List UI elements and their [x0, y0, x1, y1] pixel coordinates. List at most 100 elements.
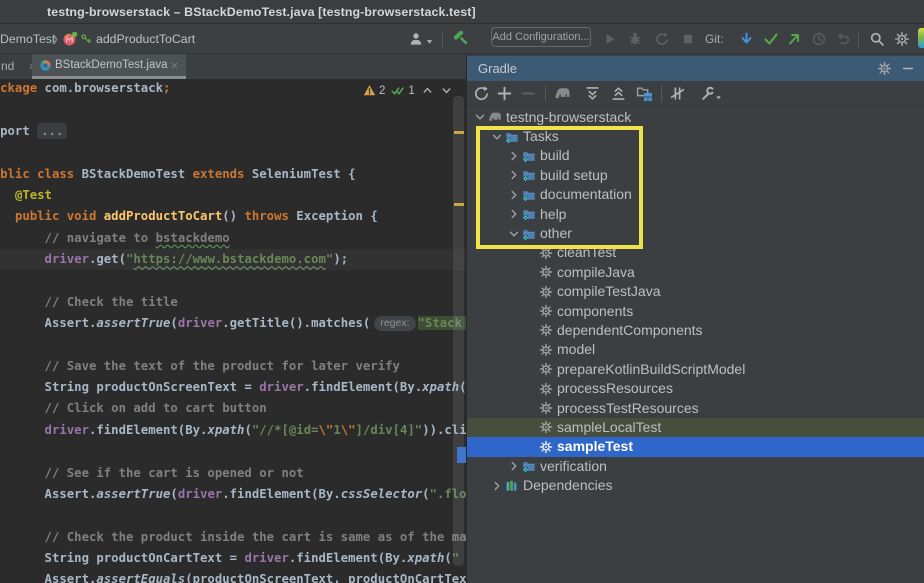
chevron-right-icon[interactable]	[506, 459, 521, 473]
gradle-tree-row-testng-browserstack[interactable]: testng-browserstack	[467, 108, 924, 127]
group-tasks-icon[interactable]	[636, 85, 653, 102]
code-line[interactable]	[0, 334, 466, 355]
gradle-header-gear-icon[interactable]	[877, 61, 892, 76]
code-line[interactable]: // Check the title	[0, 292, 466, 313]
prev-problem-icon[interactable]	[421, 84, 434, 97]
rerun-icon[interactable]	[654, 31, 670, 47]
git-push-icon[interactable]	[786, 31, 802, 47]
gradle-tree-row-sampleTest[interactable]: sampleTest	[467, 437, 924, 456]
gradle-header[interactable]: Gradle	[467, 56, 924, 81]
code-line[interactable]	[0, 505, 466, 526]
chevron-down-icon[interactable]	[472, 110, 487, 124]
minus-icon[interactable]	[520, 85, 537, 102]
code-line[interactable]: import ...	[0, 121, 466, 142]
warning-icon	[363, 84, 376, 97]
chevron-down-icon[interactable]	[506, 227, 521, 241]
tree-node-label: Tasks	[523, 127, 559, 146]
code-line[interactable]: // Save the text of the product for late…	[0, 356, 466, 377]
gradle-tree-row-compileJava[interactable]: compileJava	[467, 263, 924, 282]
info-stripe-mark[interactable]	[457, 447, 466, 463]
code-line[interactable]	[0, 142, 466, 163]
editor-scrollbar[interactable]	[452, 79, 466, 583]
code-line[interactable]: String productOnScreenText = driver.find…	[0, 377, 466, 398]
window-title-bar[interactable]: testng-browserstack – BStackDemoTest.jav…	[0, 0, 924, 24]
chevron-down-icon[interactable]	[489, 130, 504, 144]
gradle-tree-row-processResources[interactable]: processResources	[467, 379, 924, 398]
inspections-widget[interactable]: 2 1	[363, 83, 453, 98]
settings-gear-icon[interactable]	[894, 31, 910, 47]
plugin-icon[interactable]	[918, 28, 924, 48]
search-icon[interactable]	[869, 31, 885, 47]
gradle-tree-row-cleanTest[interactable]: cleanTest	[467, 243, 924, 262]
gradle-hide-icon[interactable]	[901, 61, 915, 76]
code-line[interactable]: Assert.assertTrue(driver.getTitle().matc…	[0, 313, 466, 334]
chevron-right-icon[interactable]	[489, 479, 504, 493]
gradle-tree-row-model[interactable]: model	[467, 340, 924, 359]
git-commit-icon[interactable]	[763, 31, 779, 47]
code-line[interactable]: // Check the product inside the cart is …	[0, 527, 466, 548]
refresh-icon[interactable]	[473, 85, 490, 102]
stop-icon[interactable]	[680, 31, 696, 47]
code-area[interactable]: package com.browserstack; import ... pub…	[0, 79, 466, 583]
chevron-right-icon[interactable]	[506, 149, 521, 163]
build-hammer-icon[interactable]	[453, 31, 469, 47]
code-token: ()	[222, 209, 244, 223]
warning-stripe-mark[interactable]	[454, 131, 464, 134]
breadcrumb-method[interactable]: addProductToCart	[96, 24, 195, 54]
code-line[interactable]	[0, 100, 466, 121]
code-line[interactable]: public class BStackDemoTest extends Sele…	[0, 164, 466, 185]
expand-all-icon[interactable]	[584, 85, 601, 102]
code-line[interactable]: // navigate to bstackdemo	[0, 228, 466, 249]
breadcrumb-class[interactable]: DemoTest	[0, 24, 55, 54]
code-line[interactable]: driver.findElement(By.xpath("//*[@id=\"1…	[0, 420, 466, 441]
code-editor[interactable]: package com.browserstack; import ... pub…	[0, 79, 466, 583]
gradle-tree-row-help[interactable]: help	[467, 204, 924, 223]
code-line[interactable]: Assert.assertTrue(driver.findElement(By.…	[0, 484, 466, 505]
gradle-tree-row-components[interactable]: components	[467, 301, 924, 320]
tab-active[interactable]: BStackDemoTest.java	[32, 54, 186, 79]
code-line[interactable]: // Click on add to cart button	[0, 398, 466, 419]
gradle-tree-row-Tasks[interactable]: Tasks	[467, 127, 924, 146]
gradle-tree-row-Dependencies[interactable]: Dependencies	[467, 476, 924, 495]
code-line[interactable]: String productOnCartText = driver.findEl…	[0, 548, 466, 569]
warning-stripe-mark[interactable]	[454, 203, 464, 206]
run-icon[interactable]	[602, 31, 618, 47]
user-icon[interactable]	[408, 31, 424, 47]
code-line[interactable]: Assert.assertEquals(productOnScreenText,…	[0, 569, 466, 583]
gradle-tree-row-other[interactable]: other	[467, 224, 924, 243]
gradle-elephant-icon[interactable]	[553, 85, 572, 102]
gradle-tree-row-dependentComponents[interactable]: dependentComponents	[467, 321, 924, 340]
code-line[interactable]	[0, 270, 466, 291]
add-configuration-button[interactable]: Add Configuration...	[491, 27, 591, 47]
chevron-right-icon[interactable]	[506, 188, 521, 202]
plus-icon[interactable]	[496, 85, 513, 102]
code-line[interactable]: public void addProductToCart() throws Ex…	[0, 206, 466, 227]
user-caret-down-icon[interactable]	[424, 36, 435, 47]
code-token: (	[170, 316, 177, 330]
gradle-tree-row-prepareKotlinBuildScriptModel[interactable]: prepareKotlinBuildScriptModel	[467, 360, 924, 379]
offline-mode-icon[interactable]	[669, 85, 686, 102]
debug-icon[interactable]	[627, 31, 643, 47]
gradle-tree-row-build[interactable]: build	[467, 146, 924, 165]
scrollbar-thumb[interactable]	[453, 96, 464, 566]
collapse-all-icon[interactable]	[610, 85, 627, 102]
history-icon[interactable]	[811, 31, 827, 47]
task-gear-icon	[538, 381, 553, 396]
code-line[interactable]	[0, 441, 466, 462]
chevron-right-icon[interactable]	[506, 168, 521, 182]
chevron-right-icon[interactable]	[506, 207, 521, 221]
git-update-icon[interactable]	[737, 31, 753, 47]
gradle-tree-row-verification[interactable]: verification	[467, 457, 924, 476]
tab-close-icon[interactable]	[170, 61, 179, 70]
gradle-tree-row-documentation[interactable]: documentation	[467, 185, 924, 204]
gradle-tree-row-compileTestJava[interactable]: compileTestJava	[467, 282, 924, 301]
gradle-tree-row-sampleLocalTest[interactable]: sampleLocalTest	[467, 418, 924, 437]
code-line[interactable]: driver.get("https://www.bstackdemo.com")…	[0, 249, 466, 270]
code-token: Assert.	[45, 572, 97, 583]
code-line[interactable]: @Test	[0, 185, 466, 206]
gradle-tree-row-build-setup[interactable]: build setup	[467, 166, 924, 185]
gradle-tree-row-processTestResources[interactable]: processTestResources	[467, 398, 924, 417]
code-line[interactable]: // See if the cart is opened or not	[0, 463, 466, 484]
undo-icon[interactable]	[835, 31, 851, 47]
next-problem-icon[interactable]	[440, 84, 453, 97]
